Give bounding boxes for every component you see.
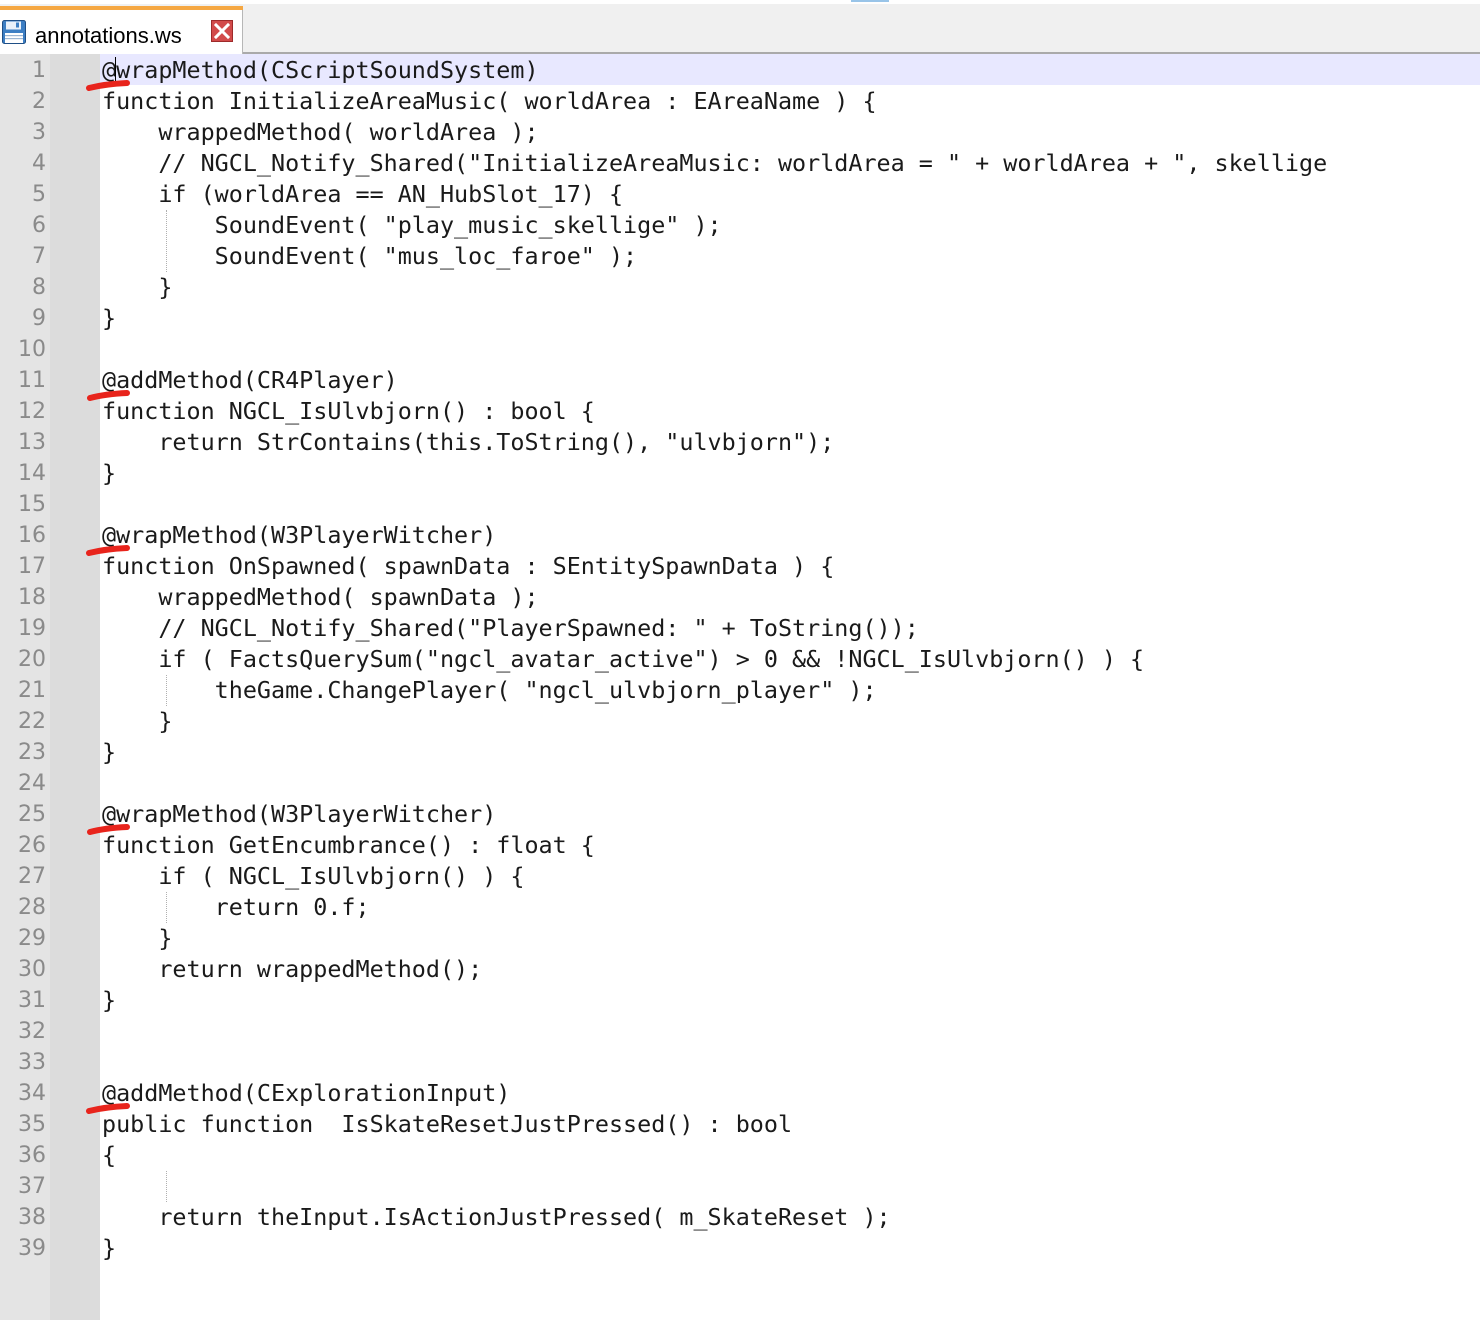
toolbar-strip bbox=[0, 0, 1480, 4]
annotation-mark bbox=[87, 824, 130, 835]
active-tab-indicator bbox=[0, 6, 243, 10]
floppy-disk-icon bbox=[2, 20, 26, 44]
tab-filename: annotations.ws bbox=[35, 23, 182, 48]
tab-annotations-ws[interactable]: annotations.ws bbox=[0, 6, 243, 54]
annotation-mark bbox=[87, 390, 130, 401]
annotation-mark bbox=[86, 80, 130, 91]
toolbar-scroll-indicator[interactable] bbox=[851, 0, 889, 2]
annotation-mark bbox=[86, 1103, 130, 1114]
annotation-marks bbox=[86, 80, 130, 1114]
code-editor[interactable]: 1 @wrapMethod(CScriptSoundSystem) 2 functio… bbox=[0, 54, 1480, 1320]
annotation-mark bbox=[86, 545, 130, 556]
tab-bar: annotations.ws bbox=[0, 0, 1480, 54]
close-icon[interactable] bbox=[211, 20, 233, 42]
